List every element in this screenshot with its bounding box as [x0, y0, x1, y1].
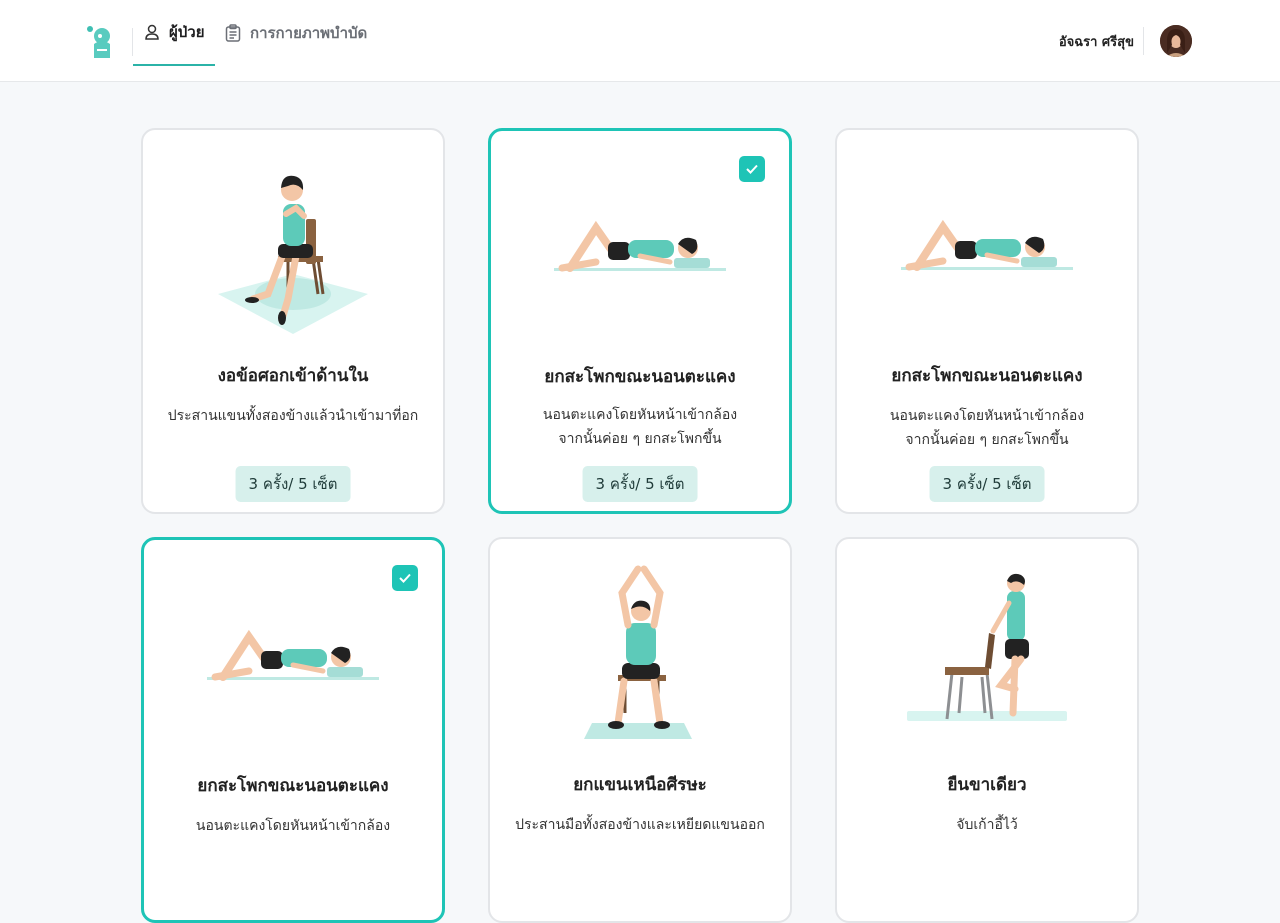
exercise-card[interactable]: ยกสะโพกขณะนอนตะแคง นอนตะแคงโดยหันหน้าเข้…: [141, 537, 445, 923]
repetition-badge: 3 ครั้ง/ 5 เซ็ต: [235, 466, 351, 502]
exercise-illustration-arms-overhead: [490, 563, 790, 753]
nav-tab-physiotherapy[interactable]: การกายภาพบำบัด: [224, 0, 367, 66]
user-name[interactable]: อัจฉรา ศรีสุข: [1059, 31, 1134, 52]
exercise-description-line: นอนตะแคงโดยหันหน้าเข้ากล้อง: [542, 407, 738, 423]
repetition-badge: 3 ครั้ง/ 5 เซ็ต: [582, 466, 698, 502]
exercise-card[interactable]: ยกสะโพกขณะนอนตะแคง นอนตะแคงโดยหันหน้าเข้…: [835, 128, 1139, 514]
top-header: ผู้ป่วย การกายภาพบำบัด อัจฉรา ศรีสุข: [0, 0, 1280, 82]
exercise-description-line: ประสานแขนทั้งสองข้างแล้วนำเข้ามาที่อก: [167, 408, 419, 424]
user-icon: [143, 23, 161, 41]
user-divider: [1143, 27, 1144, 55]
exercise-description-line: ประสานมือทั้งสองข้างและเหยียดแขนออก: [515, 817, 765, 833]
nav-tab-physiotherapy-label: การกายภาพบำบัด: [250, 24, 368, 42]
exercise-illustration-hip-raise: [144, 564, 442, 754]
exercise-illustration-sitting-chair: [143, 154, 443, 344]
exercise-description-line: นอนตะแคงโดยหันหน้าเข้ากล้อง: [889, 408, 1085, 424]
exercise-description: ประสานมือทั้งสองข้างและเหยียดแขนออก: [510, 813, 770, 837]
exercise-illustration-standing-one-leg: [837, 563, 1137, 753]
exercise-title: ยืนขาเดียว: [947, 775, 1027, 795]
clipboard-icon: [224, 24, 242, 42]
exercise-card[interactable]: ยืนขาเดียว จับเก้าอี้ไว้: [835, 537, 1139, 923]
exercise-description-line: จากนั้นค่อย ๆ ยกสะโพกขึ้น: [905, 432, 1069, 448]
exercise-title: ยกสะโพกขณะนอนตะแคง: [544, 367, 736, 387]
exercise-card[interactable]: ยกแขนเหนือศีรษะ ประสานมือทั้งสองข้างและเ…: [488, 537, 792, 923]
exercise-title: งอข้อศอกเข้าด้านใน: [217, 366, 369, 386]
exercise-illustration-hip-raise: [837, 154, 1137, 344]
exercise-description-line: นอนตะแคงโดยหันหน้าเข้ากล้อง: [195, 818, 391, 834]
exercise-illustration-hip-raise: [491, 155, 789, 345]
exercise-description: นอนตะแคงโดยหันหน้าเข้ากล้อง: [164, 814, 422, 838]
exercise-description-line: จากนั้นค่อย ๆ ยกสะโพกขึ้น: [558, 431, 722, 447]
exercise-description: นอนตะแคงโดยหันหน้าเข้ากล้อง จากนั้นค่อย …: [511, 403, 769, 451]
app-logo[interactable]: [84, 24, 116, 60]
exercise-description: ประสานแขนทั้งสองข้างแล้วนำเข้ามาที่อก: [163, 404, 423, 428]
avatar[interactable]: [1160, 25, 1192, 57]
exercise-card[interactable]: งอข้อศอกเข้าด้านใน ประสานแขนทั้งสองข้างแ…: [141, 128, 445, 514]
exercise-title: ยกสะโพกขณะนอนตะแคง: [197, 776, 389, 796]
exercise-description: นอนตะแคงโดยหันหน้าเข้ากล้อง จากนั้นค่อย …: [857, 404, 1117, 452]
repetition-badge: 3 ครั้ง/ 5 เซ็ต: [929, 466, 1045, 502]
exercise-title: ยกสะโพกขณะนอนตะแคง: [891, 366, 1083, 386]
exercise-description: จับเก้าอี้ไว้: [857, 813, 1117, 837]
exercise-card[interactable]: ยกสะโพกขณะนอนตะแคง นอนตะแคงโดยหันหน้าเข้…: [488, 128, 792, 514]
exercise-title: ยกแขนเหนือศีรษะ: [573, 775, 707, 795]
nav-tab-patients-label: ผู้ป่วย: [169, 23, 205, 41]
exercise-description-line: จับเก้าอี้ไว้: [956, 817, 1018, 833]
nav-tab-patients[interactable]: ผู้ป่วย: [133, 0, 215, 66]
